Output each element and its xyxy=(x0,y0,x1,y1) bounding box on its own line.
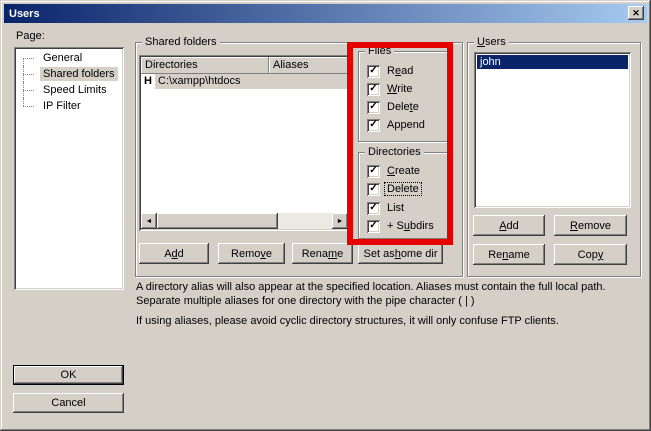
list-checkbox[interactable]: ✓ xyxy=(367,202,380,215)
user-remove-button[interactable]: Remove xyxy=(554,215,627,236)
subdirs-label[interactable]: + Subdirs xyxy=(385,220,436,232)
page-label: Page: xyxy=(16,30,45,42)
home-flag: H xyxy=(141,74,155,89)
titlebar: Users ✕ xyxy=(4,4,647,23)
dirs-list-row: ✓ List xyxy=(367,201,406,215)
check-icon: ✓ xyxy=(369,166,377,176)
users-dialog: Users ✕ Page: General Shared folders Spe… xyxy=(0,0,651,431)
read-checkbox[interactable]: ✓ xyxy=(367,65,380,78)
tree-connector xyxy=(23,58,24,66)
column-header-directories[interactable]: Directories xyxy=(141,57,269,74)
files-delete-row: ✓ Delete xyxy=(367,100,421,114)
create-checkbox[interactable]: ✓ xyxy=(367,165,380,178)
files-group: Files ✓ Read ✓ Write ✓ Delete ✓ Append xyxy=(358,51,449,142)
dirs-delete-row: ✓ Delete xyxy=(367,182,421,196)
tree-connector xyxy=(23,74,34,75)
close-icon[interactable]: ✕ xyxy=(628,6,644,20)
folder-rename-button[interactable]: Rename xyxy=(292,243,353,264)
user-add-button[interactable]: Add xyxy=(473,215,545,236)
check-icon: ✓ xyxy=(369,120,377,130)
write-checkbox[interactable]: ✓ xyxy=(367,83,380,96)
directories-group-label: Directories xyxy=(365,146,424,158)
check-icon: ✓ xyxy=(369,203,377,213)
check-icon: ✓ xyxy=(369,84,377,94)
check-icon: ✓ xyxy=(369,102,377,112)
files-write-row: ✓ Write xyxy=(367,82,414,96)
tree-connector xyxy=(23,90,34,91)
append-label[interactable]: Append xyxy=(385,119,427,131)
scrollbar-thumb[interactable] xyxy=(157,213,278,229)
folder-remove-button[interactable]: Remove xyxy=(218,243,285,264)
tree-connector xyxy=(23,98,24,106)
ok-button[interactable]: OK xyxy=(13,365,124,385)
folder-add-button[interactable]: Add xyxy=(139,243,209,264)
read-label[interactable]: Read xyxy=(385,65,415,77)
column-header-aliases[interactable]: Aliases xyxy=(269,57,348,74)
check-icon: ✓ xyxy=(369,221,377,231)
scroll-left-icon[interactable]: ◄ xyxy=(141,213,157,229)
cyclic-warning-text: If using aliases, please avoid cyclic di… xyxy=(136,314,644,328)
create-label[interactable]: Create xyxy=(385,165,422,177)
directory-path: C:\xampp\htdocs xyxy=(155,74,348,89)
tree-connector xyxy=(23,106,34,107)
page-tree: General Shared folders Speed Limits IP F… xyxy=(14,47,124,290)
list-label[interactable]: List xyxy=(385,202,406,214)
dirs-subdirs-row: ✓ + Subdirs xyxy=(367,219,436,233)
dir-delete-label[interactable]: Delete xyxy=(385,183,421,195)
directories-group: Directories ✓ Create ✓ Delete ✓ List ✓ +… xyxy=(358,152,449,239)
file-delete-checkbox[interactable]: ✓ xyxy=(367,101,380,114)
shared-folders-group-label: Shared folders xyxy=(142,36,220,48)
append-checkbox[interactable]: ✓ xyxy=(367,119,380,132)
user-list-item[interactable]: john xyxy=(477,55,628,69)
page-tree-item-shared-folders[interactable]: Shared folders xyxy=(14,66,124,82)
scroll-right-icon[interactable]: ► xyxy=(332,213,348,229)
users-group-label: Users xyxy=(474,36,509,48)
set-as-home-dir-button[interactable]: Set as home dir xyxy=(358,243,443,264)
subdirs-checkbox[interactable]: ✓ xyxy=(367,220,380,233)
page-tree-item-general[interactable]: General xyxy=(14,50,124,66)
files-append-row: ✓ Append xyxy=(367,118,427,132)
user-copy-button[interactable]: Copy xyxy=(554,244,627,265)
check-icon: ✓ xyxy=(369,66,377,76)
write-label[interactable]: Write xyxy=(385,83,414,95)
window-title: Users xyxy=(4,8,40,20)
alias-info-text: A directory alias will also appear at th… xyxy=(136,280,644,308)
shared-folders-list: Directories Aliases H C:\xampp\htdocs ◄ … xyxy=(139,55,350,231)
directory-row[interactable]: H C:\xampp\htdocs xyxy=(141,74,348,89)
page-tree-item-ip-filter[interactable]: IP Filter xyxy=(14,98,124,114)
file-delete-label[interactable]: Delete xyxy=(385,101,421,113)
tree-connector xyxy=(23,58,34,59)
check-icon: ✓ xyxy=(369,184,377,194)
user-rename-button[interactable]: Rename xyxy=(473,244,545,265)
dirs-create-row: ✓ Create xyxy=(367,164,422,178)
page-tree-item-speed-limits[interactable]: Speed Limits xyxy=(14,82,124,98)
files-read-row: ✓ Read xyxy=(367,64,415,78)
users-list: john xyxy=(474,52,631,208)
horizontal-scrollbar[interactable]: ◄ ► xyxy=(141,213,348,229)
dir-delete-checkbox[interactable]: ✓ xyxy=(367,183,380,196)
cancel-button[interactable]: Cancel xyxy=(13,393,124,413)
files-group-label: Files xyxy=(365,45,394,57)
list-header: Directories Aliases xyxy=(141,57,348,74)
